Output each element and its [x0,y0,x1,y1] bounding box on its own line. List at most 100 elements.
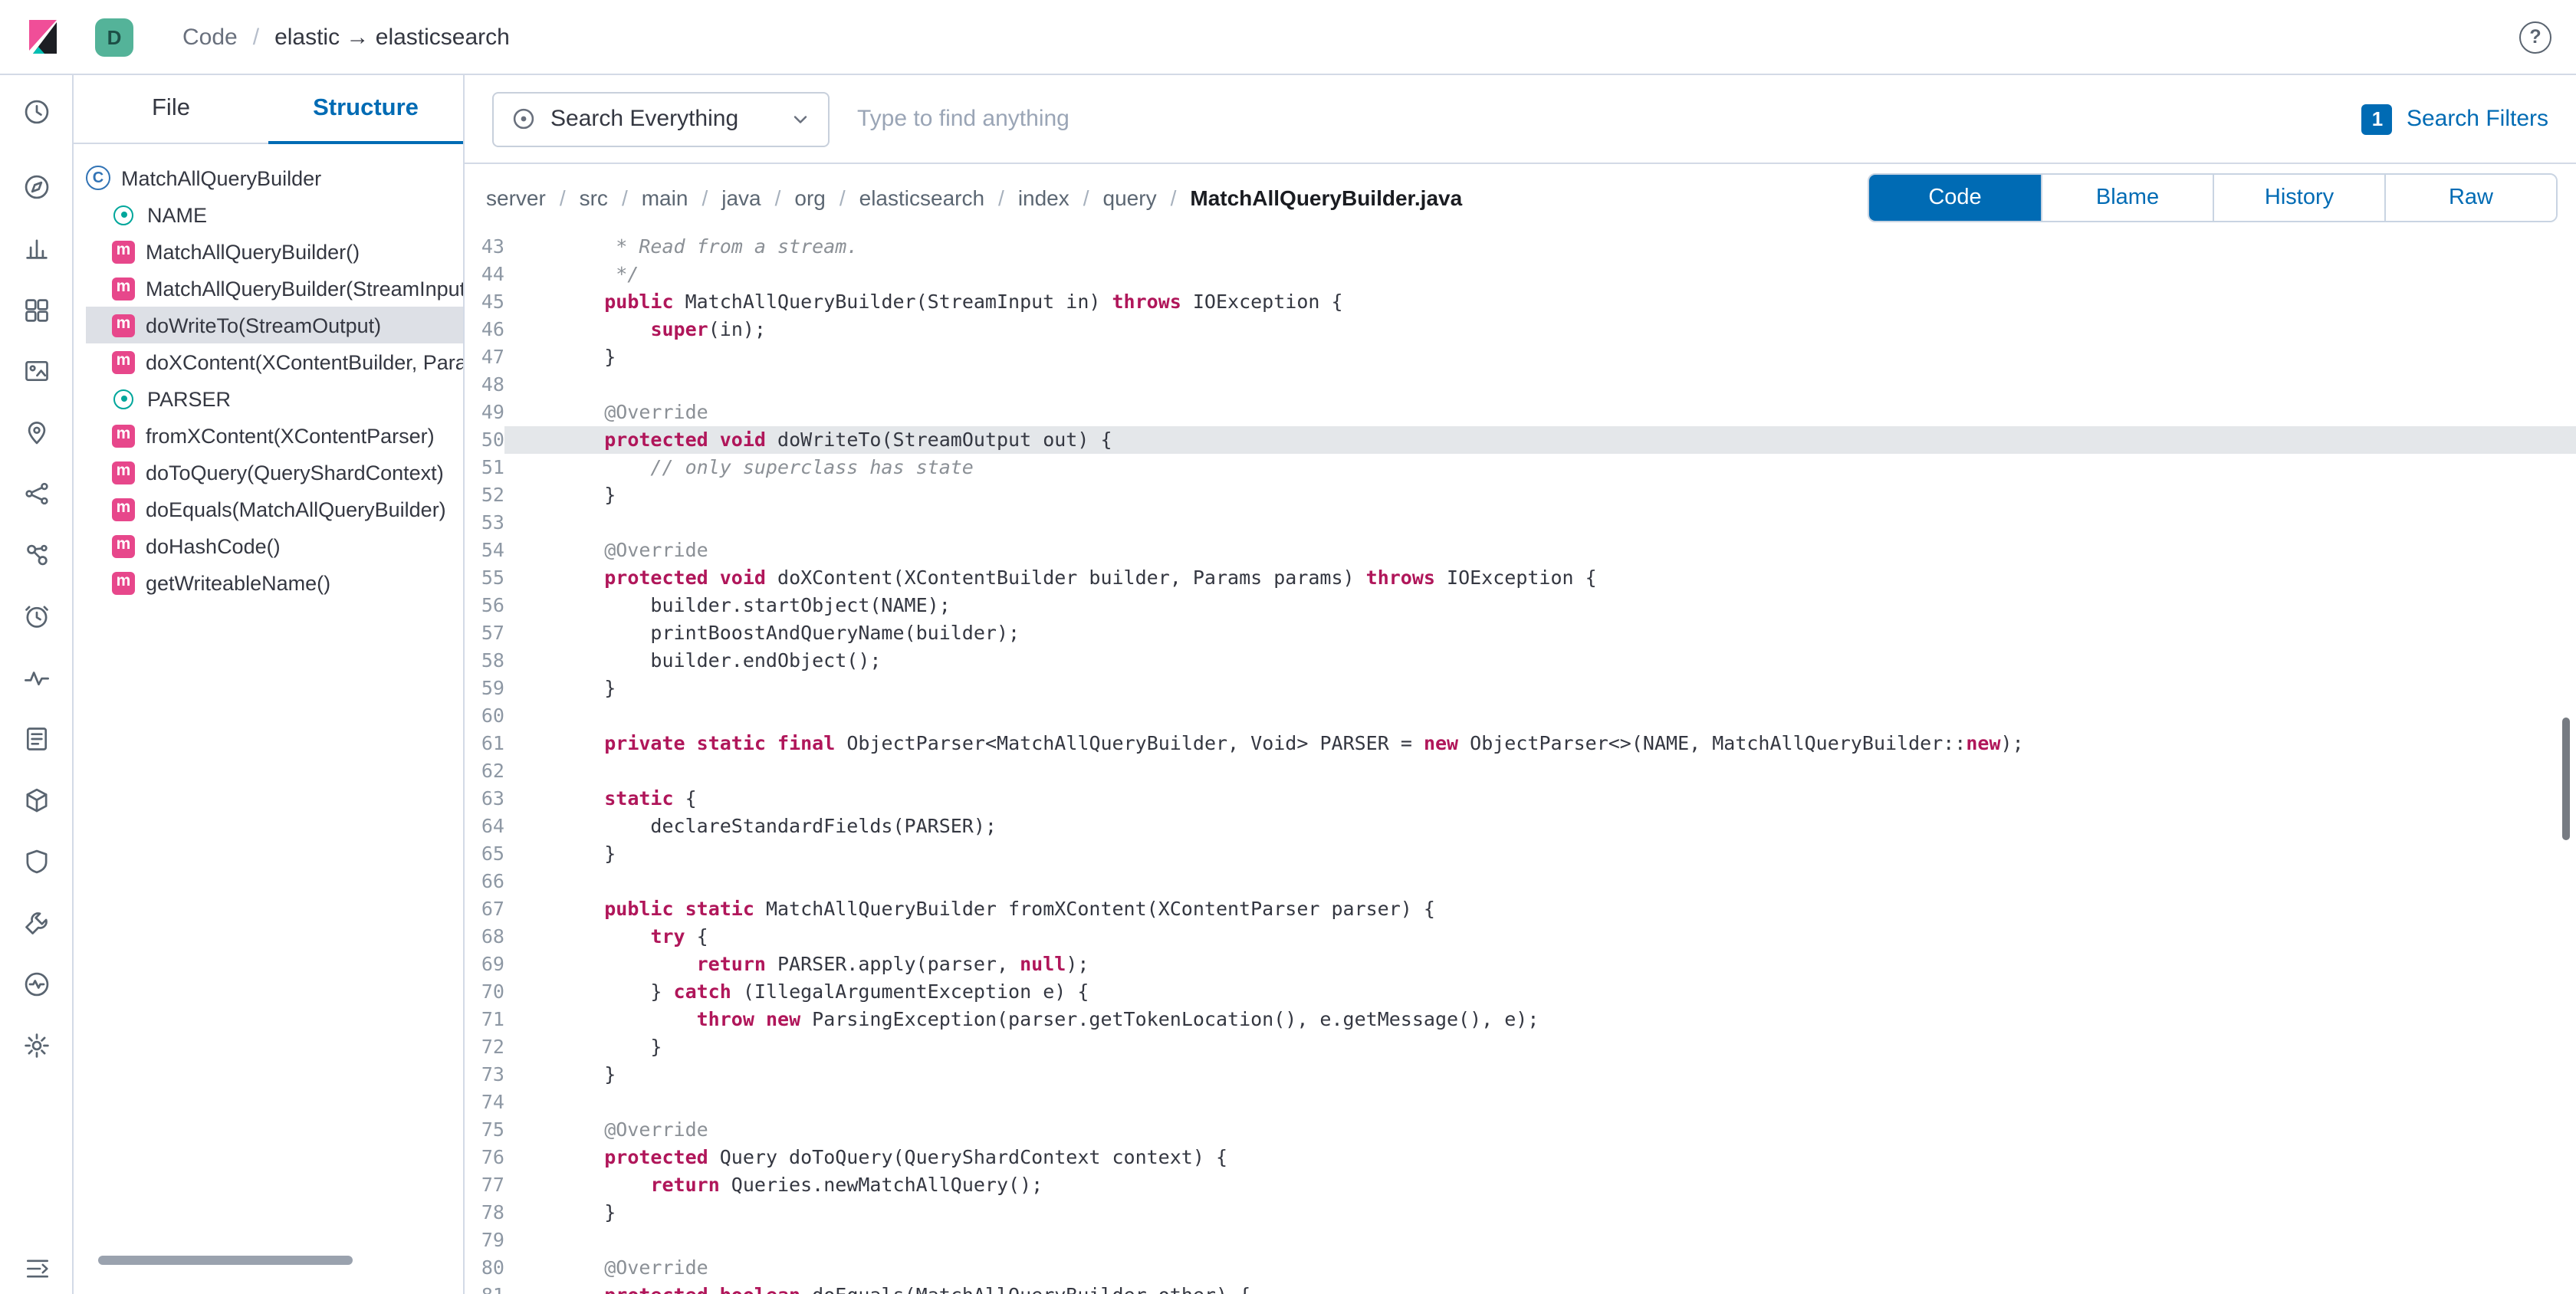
view-button-blame[interactable]: Blame [2041,174,2213,220]
space-avatar[interactable]: D [95,18,133,56]
code-line-68[interactable]: 68 try { [465,923,2576,951]
code-line-75[interactable]: 75 @Override [465,1116,2576,1144]
editor-scrollbar[interactable] [2562,718,2570,840]
structure-item-dowriteto-streamoutput[interactable]: mdoWriteTo(StreamOutput) [86,307,463,343]
structure-item-matchallquerybuilder[interactable]: CMatchAllQueryBuilder [86,159,463,196]
code-line-77[interactable]: 77 return Queries.newMatchAllQuery(); [465,1171,2576,1199]
structure-item-parser[interactable]: PARSER [86,380,463,417]
code-line-57[interactable]: 57 printBoostAndQueryName(builder); [465,619,2576,647]
nav-item-apm[interactable] [5,649,67,707]
breadcrumb-repo[interactable]: elastic → elasticsearch [274,24,510,50]
code-line-74[interactable]: 74 [465,1089,2576,1116]
code-line-71[interactable]: 71 throw new ParsingException(parser.get… [465,1006,2576,1033]
tab-structure[interactable]: Structure [268,75,463,143]
code-line-60[interactable]: 60 [465,702,2576,730]
nav-item-uptime[interactable] [5,587,67,645]
sidebar-horizontal-scrollbar[interactable] [98,1256,353,1265]
code-line-67[interactable]: 67 public static MatchAllQueryBuilder fr… [465,895,2576,923]
code-line-46[interactable]: 46 super(in); [465,316,2576,343]
code-line-72[interactable]: 72 } [465,1033,2576,1061]
path-segment-index[interactable]: index [1018,185,1070,209]
view-button-history[interactable]: History [2213,174,2384,220]
code-line-62[interactable]: 62 [465,757,2576,785]
view-button-code[interactable]: Code [1869,174,2041,220]
nav-item-recently-viewed[interactable] [5,83,67,141]
path-segment-matchallquerybuilder-java[interactable]: MatchAllQueryBuilder.java [1190,185,1462,209]
code-line-76[interactable]: 76 protected Query doToQuery(QueryShardC… [465,1144,2576,1171]
nav-item-machine-learning[interactable] [5,465,67,523]
search-input[interactable] [854,91,2338,146]
code-line-43[interactable]: 43 * Read from a stream. [465,233,2576,261]
kibana-logo[interactable] [23,17,63,57]
path-segment-server[interactable]: server [486,185,546,209]
filters-count-badge: 1 [2362,103,2393,134]
structure-item-fromxcontent-xcontentparser[interactable]: mfromXContent(XContentParser) [86,417,463,454]
search-filters-button[interactable]: 1 Search Filters [2362,103,2548,134]
structure-item-dohashcode[interactable]: mdoHashCode() [86,527,463,564]
nav-item-management[interactable] [5,1016,67,1075]
code-line-78[interactable]: 78 } [465,1199,2576,1227]
code-line-55[interactable]: 55 protected void doXContent(XContentBui… [465,564,2576,592]
code-line-59[interactable]: 59 } [465,675,2576,702]
path-segment-java[interactable]: java [721,185,761,209]
code-line-61[interactable]: 61 private static final ObjectParser<Mat… [465,730,2576,757]
code-line-81[interactable]: 81 protected boolean doEquals(MatchAllQu… [465,1282,2576,1294]
code-line-73[interactable]: 73 } [465,1061,2576,1089]
code-line-56[interactable]: 56 builder.startObject(NAME); [465,592,2576,619]
structure-item-doequals-matchallquerybuilder[interactable]: mdoEquals(MatchAllQueryBuilder) [86,491,463,527]
code-line-66[interactable]: 66 [465,868,2576,895]
code-line-49[interactable]: 49 @Override [465,399,2576,426]
nav-item-visualize[interactable] [5,219,67,278]
nav-item-discover[interactable] [5,158,67,216]
code-line-53[interactable]: 53 [465,509,2576,537]
nav-item-maps[interactable] [5,403,67,461]
structure-item-getwriteablename[interactable]: mgetWriteableName() [86,564,463,601]
code-line-45[interactable]: 45 public MatchAllQueryBuilder(StreamInp… [465,288,2576,316]
code-line-47[interactable]: 47 } [465,343,2576,371]
path-segment-main[interactable]: main [642,185,688,209]
nav-item-dashboard[interactable] [5,281,67,339]
code-text: @Override [504,399,2576,426]
code-line-63[interactable]: 63 static { [465,785,2576,813]
code-line-79[interactable]: 79 [465,1227,2576,1254]
code-line-58[interactable]: 58 builder.endObject(); [465,647,2576,675]
code-line-70[interactable]: 70 } catch (IllegalArgumentException e) … [465,978,2576,1006]
discover-icon [22,173,50,201]
view-button-raw[interactable]: Raw [2384,174,2556,220]
path-segment-query[interactable]: query [1103,185,1157,209]
tab-file[interactable]: File [74,75,268,143]
code-text [504,1089,2576,1116]
filters-label: Search Filters [2407,106,2548,132]
nav-item-logs[interactable] [5,710,67,768]
nav-item-siem[interactable] [5,833,67,891]
code-line-50[interactable]: 50 protected void doWriteTo(StreamOutput… [465,426,2576,454]
structure-item-matchallquerybuilder[interactable]: mMatchAllQueryBuilder() [86,233,463,270]
code-line-54[interactable]: 54 @Override [465,537,2576,564]
code-line-69[interactable]: 69 return PARSER.apply(parser, null); [465,951,2576,978]
breadcrumb-app[interactable]: Code [182,24,238,50]
code-line-52[interactable]: 52 } [465,481,2576,509]
nav-item-monitoring[interactable] [5,955,67,1013]
path-segment-elasticsearch[interactable]: elasticsearch [859,185,984,209]
code-line-48[interactable]: 48 [465,371,2576,399]
search-scope-select[interactable]: Search Everything [492,91,830,146]
code-editor[interactable]: 43 * Read from a stream.44 */45 public M… [465,230,2576,1294]
dev-tools-icon [22,909,50,937]
structure-item-name[interactable]: NAME [86,196,463,233]
code-line-64[interactable]: 64 declareStandardFields(PARSER); [465,813,2576,840]
code-line-44[interactable]: 44 */ [465,261,2576,288]
nav-item-canvas[interactable] [5,342,67,400]
nav-item-dev-tools[interactable] [5,894,67,952]
collapse-nav-button[interactable] [0,1256,74,1282]
path-segment-org[interactable]: org [794,185,825,209]
structure-item-matchallquerybuilder-streaminput[interactable]: mMatchAllQueryBuilder(StreamInput) [86,270,463,307]
path-segment-src[interactable]: src [580,185,608,209]
nav-item-infrastructure[interactable] [5,771,67,829]
code-line-51[interactable]: 51 // only superclass has state [465,454,2576,481]
help-button[interactable]: ? [2519,21,2551,53]
nav-item-graph[interactable] [5,526,67,584]
code-line-65[interactable]: 65 } [465,840,2576,868]
code-line-80[interactable]: 80 @Override [465,1254,2576,1282]
structure-item-dotoquery-queryshardcontext[interactable]: mdoToQuery(QueryShardContext) [86,454,463,491]
structure-item-doxcontent-xcontentbuilder-params[interactable]: mdoXContent(XContentBuilder, Params) [86,343,463,380]
